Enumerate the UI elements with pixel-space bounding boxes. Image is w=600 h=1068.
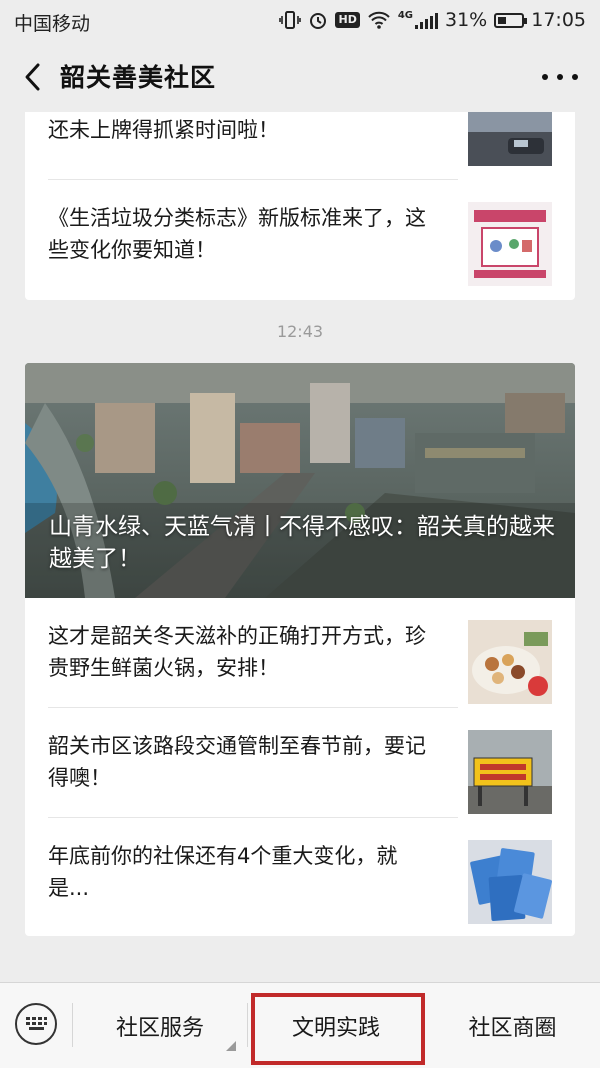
keyboard-icon[interactable] bbox=[15, 1003, 57, 1045]
bottom-menu: 社区服务 文明实践 社区商圈 bbox=[0, 982, 600, 1068]
carrier-name: 中国移动 bbox=[14, 13, 91, 35]
article-title: 韶关市区该路段交通管制至春节前，要记得噢！ bbox=[48, 734, 426, 790]
page-title: 韶关善美社区 bbox=[60, 63, 217, 92]
clock: 17:05 bbox=[531, 9, 586, 31]
status-bar: 中国移动 HD 4G 31% 17:05 bbox=[0, 0, 600, 42]
menu-community-service[interactable]: 社区服务 bbox=[73, 983, 247, 1068]
signal-icon bbox=[415, 13, 438, 29]
more-options-icon[interactable] bbox=[542, 60, 578, 94]
menu-community-business[interactable]: 社区商圈 bbox=[425, 983, 600, 1068]
alarm-icon bbox=[310, 13, 327, 29]
garbage-sorting-thumbnail bbox=[468, 202, 552, 286]
back-arrow-icon[interactable] bbox=[18, 60, 48, 94]
road-closed-sign-thumbnail bbox=[468, 730, 552, 814]
social-security-cards-thumbnail bbox=[468, 840, 552, 924]
timestamp: 12:43 bbox=[276, 322, 324, 341]
article-card-main: 山青水绿、天蓝气清丨不得不感叹：韶关真的越来越美了！ 这才是韶关冬天滋补的正确打… bbox=[25, 363, 575, 936]
battery-icon bbox=[494, 12, 528, 28]
nav-bar: 韶关善美社区 bbox=[0, 42, 600, 112]
article-item[interactable]: 韶关市区该路段交通管制至春节前，要记得噢！ bbox=[25, 708, 575, 818]
article-item[interactable]: 《生活垃圾分类标志》新版标准来了，这些变化你要知道！ bbox=[25, 180, 575, 300]
battery-percent: 31% bbox=[445, 9, 488, 31]
hero-title: 山青水绿、天蓝气清丨不得不感叹：韶关真的越来越美了！ bbox=[49, 514, 555, 572]
article-item[interactable]: 还未上牌得抓紧时间啦！ bbox=[25, 112, 575, 180]
vibrate-icon bbox=[279, 11, 302, 29]
article-item[interactable]: 年底前你的社保还有4个重大变化，就是... bbox=[25, 818, 575, 936]
message-feed[interactable]: 还未上牌得抓紧时间啦！ 《生活垃圾分类标志》新版标准来了，这些变化你要知道！ 1… bbox=[0, 112, 600, 982]
hero-article[interactable]: 山青水绿、天蓝气清丨不得不感叹：韶关真的越来越美了！ bbox=[25, 363, 575, 598]
article-title: 这才是韶关冬天滋补的正确打开方式，珍贵野生鲜菌火锅，安排！ bbox=[48, 624, 426, 680]
car-thumbnail bbox=[468, 112, 552, 166]
hotpot-thumbnail bbox=[468, 620, 552, 704]
submenu-indicator-icon bbox=[226, 1041, 236, 1051]
network-type: 4G bbox=[397, 10, 413, 21]
menu-civilization-practice[interactable]: 文明实践 bbox=[248, 983, 424, 1068]
article-card-top: 还未上牌得抓紧时间啦！ 《生活垃圾分类标志》新版标准来了，这些变化你要知道！ bbox=[25, 112, 575, 300]
article-title: 还未上牌得抓紧时间啦！ bbox=[48, 118, 279, 142]
article-title: 《生活垃圾分类标志》新版标准来了，这些变化你要知道！ bbox=[48, 206, 426, 262]
article-title: 年底前你的社保还有4个重大变化，就是... bbox=[48, 844, 398, 900]
article-item[interactable]: 这才是韶关冬天滋补的正确打开方式，珍贵野生鲜菌火锅，安排！ bbox=[25, 598, 575, 708]
hd-badge: HD bbox=[335, 12, 360, 28]
wifi-icon bbox=[368, 11, 390, 29]
status-icons: HD 4G 31% 17:05 bbox=[279, 8, 586, 32]
